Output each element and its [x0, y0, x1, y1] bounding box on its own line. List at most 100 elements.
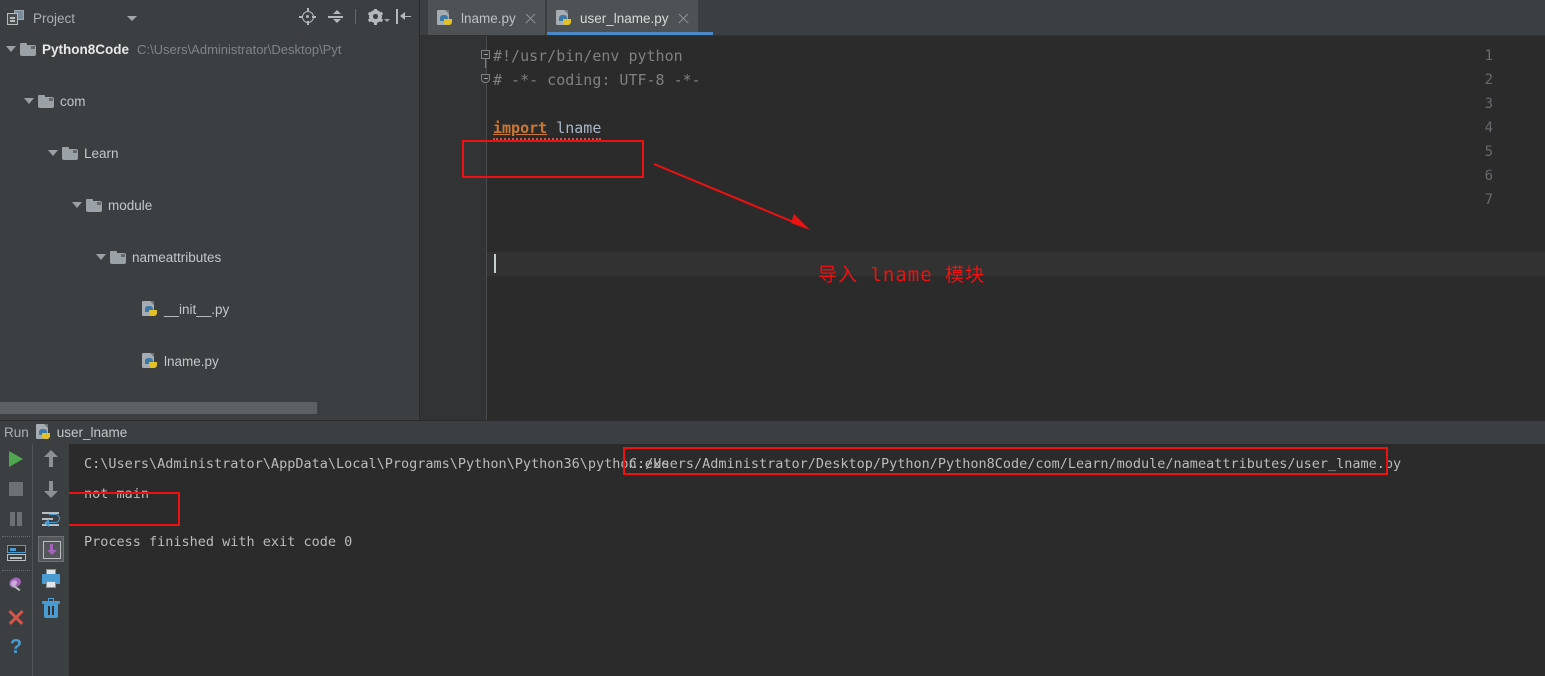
code-module-name: lname	[547, 119, 601, 137]
rerun-button[interactable]	[3, 446, 29, 472]
folder-icon	[38, 95, 54, 108]
code-keyword-import: import	[493, 119, 547, 137]
code-line-2: # -*- coding: UTF-8 -*-	[493, 71, 701, 89]
toolbar-divider	[2, 536, 30, 538]
console-script-path: C:/Users/Administrator/Desktop/Python/Py…	[629, 456, 1401, 472]
tree-row-com[interactable]: com	[0, 88, 420, 114]
console-interpreter-path: C:\Users\Administrator\AppData\Local\Pro…	[84, 456, 669, 472]
tree-row-label: module	[108, 198, 152, 213]
python-file-icon	[142, 301, 158, 317]
editor-area: lname.py user_lname.py 1 2 3 4	[420, 0, 1545, 420]
python-file-icon	[556, 10, 572, 26]
python-file-icon	[437, 10, 453, 26]
scrollbar-thumb[interactable]	[0, 402, 317, 414]
annotation-arrow	[420, 36, 1545, 420]
tree-row-learn[interactable]: Learn	[0, 140, 420, 166]
tree-row-nameattributes[interactable]: nameattributes	[0, 244, 420, 270]
stop-button[interactable]	[3, 476, 29, 502]
run-tool-window: Run user_lname ?	[0, 420, 1545, 676]
chevron-down-icon[interactable]	[384, 19, 390, 22]
chevron-down-icon[interactable]	[24, 98, 34, 104]
tree-row-init-py-nameattributes[interactable]: __init__.py	[0, 296, 420, 322]
scroll-up-button[interactable]	[38, 446, 64, 472]
help-question-icon: ?	[3, 634, 29, 660]
chevron-down-icon[interactable]	[48, 150, 58, 156]
line-number: 6	[1463, 168, 1493, 184]
code-editor[interactable]: 1 2 3 4 5 6 7 #!/usr/bin/env python # -*…	[420, 36, 1545, 420]
pause-button[interactable]	[3, 506, 29, 532]
python-file-icon	[142, 353, 158, 369]
run-console-output[interactable]: C:\Users\Administrator\AppData\Local\Pro…	[69, 444, 1545, 676]
line-number: 7	[1463, 192, 1493, 208]
project-panel-title: Project	[33, 11, 75, 26]
text-caret	[494, 254, 496, 273]
target-locate-icon[interactable]	[299, 8, 316, 25]
soft-wrap-button[interactable]	[38, 506, 64, 532]
console-exit-message: Process finished with exit code 0	[84, 534, 352, 550]
tree-row-label: lname.py	[164, 354, 219, 369]
editor-tab-lname-py[interactable]: lname.py	[428, 0, 545, 36]
stop-icon	[9, 482, 23, 496]
fold-marker-end-icon[interactable]	[479, 73, 492, 86]
console-toggle-button[interactable]	[3, 540, 29, 566]
editor-tab-label: lname.py	[461, 11, 516, 26]
python-file-icon	[36, 424, 52, 440]
chevron-down-icon[interactable]	[72, 202, 82, 208]
annotation-text-import: 导入 lname 模块	[818, 260, 985, 287]
project-tree[interactable]: Python8Code C:\Users\Administrator\Deskt…	[0, 36, 420, 399]
project-panel-toolbar	[299, 8, 412, 25]
project-tool-window: Project	[0, 0, 420, 420]
line-number: 2	[1463, 72, 1493, 88]
folder-icon	[62, 147, 78, 160]
annotation-box-import	[462, 140, 644, 178]
print-button[interactable]	[38, 566, 64, 592]
close-icon[interactable]	[525, 13, 536, 24]
editor-tab-bar: lname.py user_lname.py	[420, 0, 1545, 36]
line-number: 3	[1463, 96, 1493, 112]
tree-row-module[interactable]: module	[0, 192, 420, 218]
tree-row-label: __init__.py	[164, 302, 229, 317]
editor-gutter[interactable]	[420, 36, 486, 420]
help-button[interactable]: ?	[3, 634, 29, 660]
close-button[interactable]	[3, 604, 29, 630]
chevron-down-icon[interactable]	[96, 254, 106, 260]
project-horizontal-scrollbar[interactable]	[0, 402, 420, 414]
tree-row-python8code[interactable]: Python8Code C:\Users\Administrator\Deskt…	[0, 36, 420, 62]
console-program-output: not main	[84, 486, 149, 502]
line-number: 4	[1463, 120, 1493, 136]
gutter-divider	[486, 36, 487, 420]
editor-tab-user-lname-py[interactable]: user_lname.py	[547, 0, 698, 36]
fold-marker-icon[interactable]	[479, 49, 492, 62]
gear-icon[interactable]	[367, 8, 384, 25]
toolbar-divider	[355, 9, 356, 24]
scroll-down-button[interactable]	[38, 476, 64, 502]
project-panel-header: Project	[0, 0, 420, 36]
collapse-all-icon[interactable]	[327, 8, 344, 25]
project-root-path: C:\Users\Administrator\Desktop\Pyt	[137, 42, 341, 57]
chevron-down-icon[interactable]	[6, 46, 16, 52]
tree-row-lname-py[interactable]: lname.py	[0, 348, 420, 374]
project-icon	[7, 10, 24, 26]
run-toolbar-right	[34, 444, 68, 676]
pycharm-window: Project	[0, 0, 1545, 676]
close-icon[interactable]	[678, 13, 689, 24]
folder-icon	[20, 43, 36, 56]
line-number: 1	[1463, 48, 1493, 64]
folder-icon	[110, 251, 126, 264]
tree-row-label: nameattributes	[132, 250, 221, 265]
pin-tab-button[interactable]	[3, 574, 29, 600]
folder-icon	[86, 199, 102, 212]
toolbar-divider	[32, 444, 33, 676]
tree-row-label: Python8Code	[42, 42, 129, 57]
run-panel-label: Run	[4, 425, 29, 440]
code-line-4: import lname	[493, 119, 601, 137]
caret-row-highlight	[487, 252, 1545, 276]
editor-tab-label: user_lname.py	[580, 11, 669, 26]
chevron-down-icon[interactable]	[127, 16, 137, 21]
hide-panel-icon[interactable]	[395, 8, 412, 25]
scroll-to-end-button[interactable]	[38, 536, 64, 562]
code-line-1: #!/usr/bin/env python	[493, 47, 683, 65]
toolbar-divider	[2, 570, 30, 572]
run-toolbar-left: ?	[0, 444, 32, 676]
clear-all-button[interactable]	[38, 596, 64, 622]
